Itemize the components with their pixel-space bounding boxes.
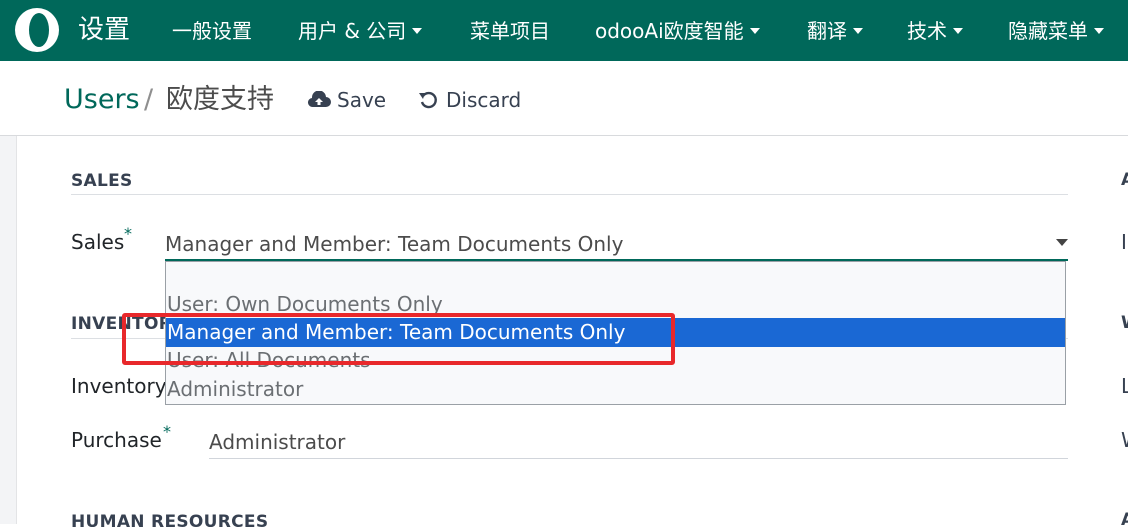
- caret-down-icon[interactable]: [1056, 239, 1068, 246]
- breadcrumb-users-link[interactable]: Users: [64, 83, 140, 117]
- caret-down-icon: [1094, 27, 1104, 34]
- save-label: Save: [337, 88, 387, 112]
- right-section-title: A: [1121, 510, 1128, 530]
- menu-hidden-menus[interactable]: 隐藏菜单: [1008, 18, 1104, 44]
- discard-label: Discard: [446, 88, 522, 112]
- purchase-select-underline: [209, 458, 1068, 459]
- menu-label: 用户 & 公司: [298, 19, 407, 43]
- caret-down-icon: [853, 27, 863, 34]
- right-section-title: W: [1121, 313, 1128, 333]
- sales-select[interactable]: Manager and Member: Team Documents Only: [165, 232, 623, 256]
- odoo-logo-icon[interactable]: [14, 7, 60, 53]
- cloud-upload-icon: [307, 89, 331, 107]
- caret-down-icon: [749, 27, 760, 34]
- menu-technical[interactable]: 技术: [907, 18, 963, 44]
- caret-down-icon: [412, 27, 423, 34]
- breadcrumb-current: 欧度支持: [166, 84, 274, 115]
- menu-label: 菜单项目: [470, 19, 550, 43]
- menu-users-companies[interactable]: 用户 & 公司: [298, 18, 423, 44]
- menu-translation[interactable]: 翻译: [807, 18, 863, 44]
- undo-icon: [419, 91, 437, 108]
- menu-general-settings[interactable]: 一般设置: [172, 18, 252, 44]
- option-administrator[interactable]: Administrator: [166, 375, 1065, 404]
- right-field-label: W: [1121, 428, 1128, 452]
- sheet-gutter: [0, 136, 17, 524]
- control-panel: Users / 欧度支持 Save Discard: [0, 61, 1128, 136]
- menu-odooai[interactable]: odooAi欧度智能: [595, 18, 760, 44]
- discard-button[interactable]: Discard: [418, 87, 521, 113]
- required-mark: *: [124, 224, 132, 243]
- inventory-label: Inventory: [71, 374, 167, 398]
- app-title: 设置: [78, 15, 131, 45]
- section-title-sales: SALES: [71, 171, 133, 191]
- purchase-select[interactable]: Administrator: [209, 430, 345, 454]
- menu-menu-items[interactable]: 菜单项目: [470, 18, 550, 44]
- top-navbar: 设置 一般设置 用户 & 公司 菜单项目 odooAi欧度智能 翻译 技术 隐藏…: [0, 0, 1128, 61]
- section-title-hr: HUMAN RESOURCES: [71, 512, 269, 532]
- save-button[interactable]: Save: [307, 87, 386, 113]
- breadcrumb-separator: /: [144, 84, 154, 115]
- menu-label: 一般设置: [172, 19, 252, 43]
- menu-label: 隐藏菜单: [1008, 19, 1088, 43]
- menu-label: odooAi欧度智能: [595, 19, 744, 43]
- right-field-label: I: [1121, 230, 1127, 254]
- caret-down-icon: [953, 27, 963, 34]
- section-divider: [71, 194, 1068, 195]
- right-section-title: A: [1121, 170, 1128, 190]
- required-mark: *: [163, 422, 171, 441]
- right-field-label: L: [1121, 374, 1128, 398]
- menu-label: 翻译: [807, 19, 847, 43]
- purchase-label: Purchase: [71, 428, 162, 452]
- sales-label: Sales: [71, 230, 125, 254]
- menu-label: 技术: [907, 19, 947, 43]
- annotation-highlight-box: [122, 313, 675, 365]
